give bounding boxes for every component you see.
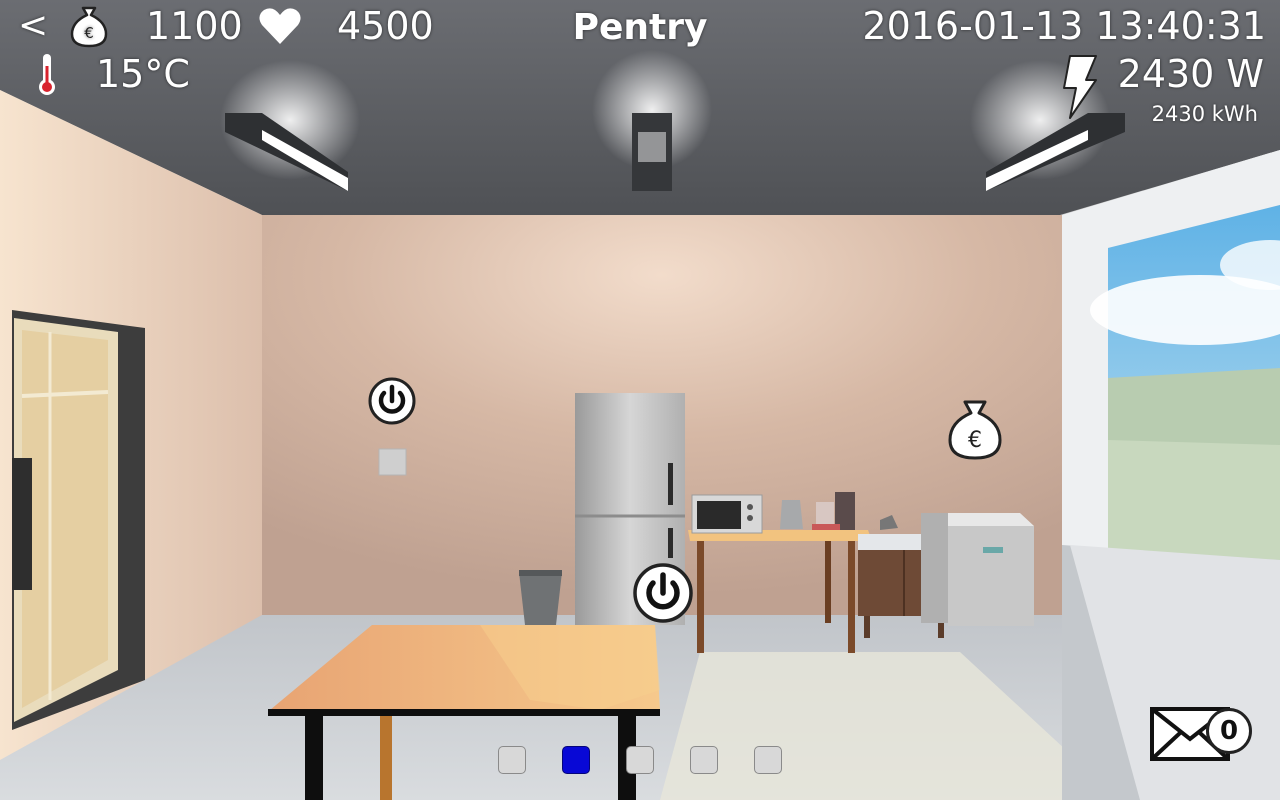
light-switch-power-button[interactable] <box>367 376 417 430</box>
room-page-dot-4[interactable] <box>690 746 718 774</box>
collect-money-button[interactable]: € <box>946 398 1004 466</box>
room-page-dot-2[interactable] <box>562 746 590 774</box>
room-page-dot-1[interactable] <box>498 746 526 774</box>
power-switch-icon <box>368 377 416 425</box>
game-datetime: 2016-01-13 13:40:31 <box>862 4 1266 48</box>
power-switch-icon <box>633 563 693 623</box>
room-page-dot-3[interactable] <box>626 746 654 774</box>
svg-text:€: € <box>968 428 982 453</box>
fridge-power-button[interactable] <box>632 562 694 628</box>
room-page-dot-5[interactable] <box>754 746 782 774</box>
power-value: 2430 W <box>1117 52 1264 96</box>
unread-message-badge: 0 <box>1206 708 1252 754</box>
thermometer-icon <box>34 52 60 100</box>
temperature-value: 15°C <box>96 52 190 96</box>
lightning-bolt-icon <box>1060 54 1100 124</box>
euro-moneybag-icon: € <box>948 400 1002 460</box>
energy-value: 2430 kWh <box>1151 102 1258 126</box>
